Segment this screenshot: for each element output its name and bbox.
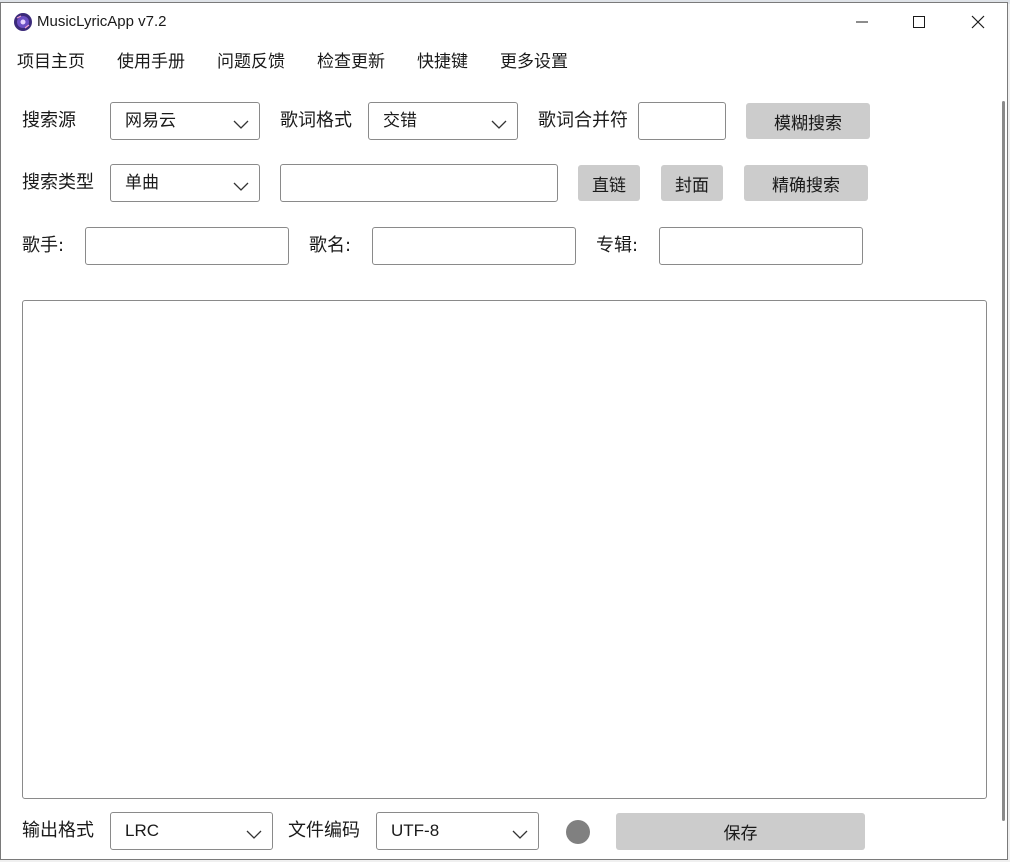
cover-button[interactable]: 封面	[661, 165, 723, 201]
song-name-label: 歌名:	[309, 235, 352, 256]
menu-item-more-settings[interactable]: 更多设置	[500, 48, 568, 76]
search-type-label: 搜索类型	[22, 172, 94, 193]
lyric-output-textarea[interactable]	[22, 300, 987, 799]
menu-item-check-update[interactable]: 检查更新	[317, 48, 385, 76]
menu-item-feedback[interactable]: 问题反馈	[217, 48, 285, 76]
search-source-dropdown[interactable]: 网易云	[110, 102, 260, 140]
file-encoding-dropdown[interactable]: UTF-8	[376, 812, 539, 850]
search-source-label: 搜索源	[22, 110, 76, 131]
merge-char-input[interactable]	[638, 102, 726, 140]
window-title: MusicLyricApp v7.2	[37, 13, 167, 30]
lyric-format-dropdown[interactable]: 交错	[368, 102, 518, 140]
menu-item-user-manual[interactable]: 使用手册	[117, 48, 185, 76]
chevron-down-icon	[246, 825, 262, 844]
output-format-label: 输出格式	[22, 820, 94, 841]
album-label: 专辑:	[596, 235, 639, 256]
fuzzy-search-button[interactable]: 模糊搜索	[746, 103, 870, 139]
singer-label: 歌手:	[22, 235, 65, 256]
exact-search-button[interactable]: 精确搜索	[744, 165, 868, 201]
song-name-input[interactable]	[372, 227, 576, 265]
close-icon	[971, 15, 985, 29]
direct-link-button[interactable]: 直链	[578, 165, 640, 201]
merge-char-label: 歌词合并符	[538, 110, 628, 131]
menu-bar: 项目主页 使用手册 问题反馈 检查更新 快捷键 更多设置	[1, 48, 701, 76]
menu-item-shortcuts[interactable]: 快捷键	[417, 48, 468, 76]
close-button[interactable]	[949, 3, 1007, 41]
album-input[interactable]	[659, 227, 863, 265]
maximize-button[interactable]	[890, 3, 948, 41]
menu-item-project-home[interactable]: 项目主页	[17, 48, 85, 76]
search-type-value: 单曲	[125, 173, 159, 193]
window-scrollbar[interactable]	[1002, 101, 1005, 821]
chevron-down-icon	[233, 115, 249, 134]
file-encoding-label: 文件编码	[288, 820, 360, 841]
chevron-down-icon	[491, 115, 507, 134]
chevron-down-icon	[233, 177, 249, 196]
save-button[interactable]: 保存	[616, 813, 865, 850]
maximize-icon	[913, 16, 925, 28]
minimize-icon	[856, 16, 868, 28]
lyric-format-value: 交错	[383, 111, 417, 131]
file-encoding-value: UTF-8	[391, 821, 440, 840]
app-window: MusicLyricApp v7.2 项目主页 使用手册 问题反馈 检查更新 快…	[0, 2, 1008, 860]
status-indicator	[566, 820, 590, 844]
singer-input[interactable]	[85, 227, 289, 265]
chevron-down-icon	[512, 825, 528, 844]
title-bar[interactable]: MusicLyricApp v7.2	[1, 3, 1007, 41]
output-format-dropdown[interactable]: LRC	[110, 812, 273, 850]
lyric-format-label: 歌词格式	[280, 110, 352, 131]
search-type-dropdown[interactable]: 单曲	[110, 164, 260, 202]
search-query-input[interactable]	[280, 164, 558, 202]
music-disc-icon	[13, 12, 33, 32]
minimize-button[interactable]	[833, 3, 891, 41]
output-format-value: LRC	[125, 821, 160, 840]
search-source-value: 网易云	[125, 111, 176, 131]
